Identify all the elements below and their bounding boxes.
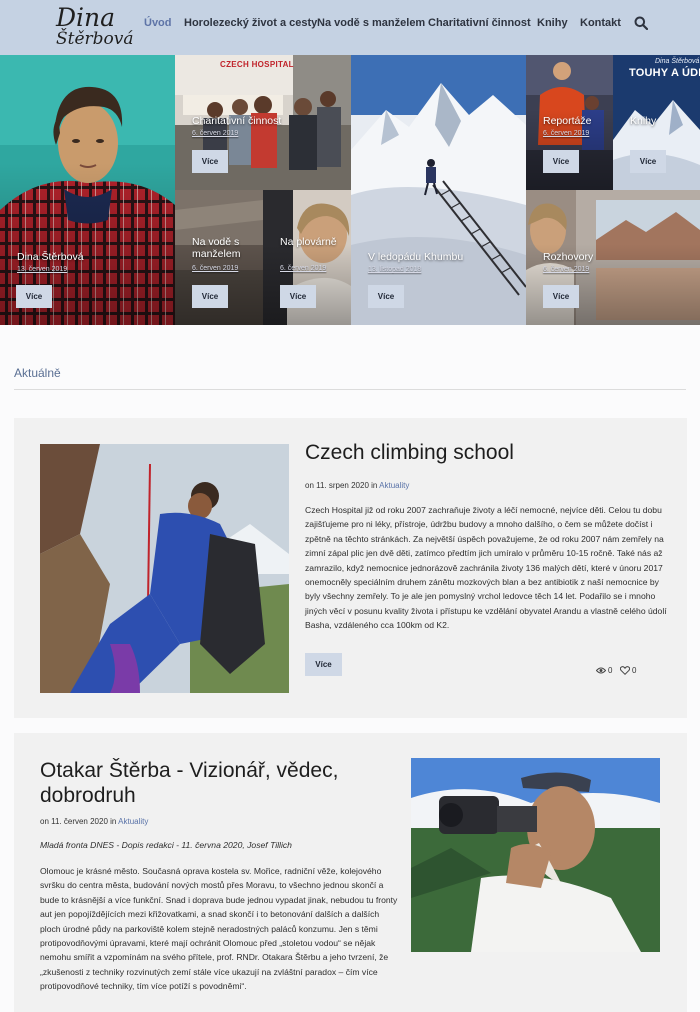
likes-counter[interactable]: 0 bbox=[620, 666, 636, 675]
site-header: Dina Štěrbová Úvod Horolezecký život a c… bbox=[0, 0, 700, 55]
tile-more-button[interactable]: Více bbox=[192, 150, 228, 173]
tile-more-button[interactable]: Více bbox=[368, 285, 404, 308]
tile-date[interactable]: 13. listopad 2018 bbox=[368, 266, 421, 273]
hospital-sign: CZECH HOSPITAL bbox=[220, 60, 294, 69]
nav-item-kontakt[interactable]: Kontakt bbox=[580, 17, 621, 29]
search-icon[interactable] bbox=[634, 16, 648, 30]
tile-date[interactable]: 6. červen 2019 bbox=[543, 130, 589, 137]
post-date: on 11. srpen 2020 in bbox=[305, 481, 378, 490]
post-title[interactable]: Otakar Štěrba - Vizionář, vědec, dobrodr… bbox=[40, 758, 390, 808]
section-title: Aktuálně bbox=[14, 366, 61, 380]
heart-icon[interactable] bbox=[620, 666, 630, 675]
tile-reportaze[interactable]: Reportáže 6. červen 2019 Více bbox=[526, 55, 613, 190]
tile-more-button[interactable]: Více bbox=[543, 285, 579, 308]
views-counter: 0 bbox=[596, 666, 612, 675]
tile-khumbu[interactable]: V ledopádu Khumbu 13. listopad 2018 Více bbox=[351, 55, 526, 325]
tile-date[interactable]: 6. červen 2019 bbox=[192, 265, 238, 272]
tile-title[interactable]: Knihy bbox=[630, 115, 700, 127]
tile-title[interactable]: V ledopádu Khumbu bbox=[368, 251, 518, 263]
tile-knihy[interactable]: Dina Štěrbová TOUHY A ÚDĚL Knihy Více bbox=[613, 55, 700, 190]
tile-date[interactable]: 13. červen 2019 bbox=[17, 266, 67, 273]
tile-more-button[interactable]: Více bbox=[543, 150, 579, 173]
section-divider bbox=[14, 389, 686, 390]
post-meta: on 11. srpen 2020 in Aktuality bbox=[305, 481, 409, 490]
eye-icon bbox=[596, 667, 606, 674]
tile-title[interactable]: Na plovárně bbox=[280, 236, 346, 248]
tile-date[interactable]: 6. červen 2019 bbox=[280, 265, 326, 272]
tile-charita[interactable]: CZECH HOSPITAL Charitativní činnost 6. č… bbox=[175, 55, 351, 190]
nav-item-charitativni[interactable]: Charitativní činnost bbox=[428, 17, 531, 29]
logo-line-2: Štěrbová bbox=[56, 29, 134, 49]
post-excerpt: Olomouc je krásné město. Současná oprava… bbox=[40, 866, 398, 992]
tile-date[interactable]: 6. červen 2019 bbox=[543, 266, 589, 273]
tile-title[interactable]: Reportáže bbox=[543, 115, 613, 127]
book-cover-author: Dina Štěrbová bbox=[655, 58, 700, 65]
tile-title[interactable]: Charitativní činnost bbox=[192, 115, 342, 127]
post-card: Czech climbing school on 11. srpen 2020 … bbox=[14, 418, 687, 718]
tile-title[interactable]: Rozhovory bbox=[543, 251, 693, 263]
binoculars-man-image bbox=[411, 758, 660, 952]
post-image[interactable] bbox=[411, 758, 660, 952]
post-category-link[interactable]: Aktuality bbox=[118, 817, 148, 826]
post-excerpt: Czech Hospital již od roku 2007 zachraňu… bbox=[305, 505, 667, 631]
post-category-link[interactable]: Aktuality bbox=[379, 481, 409, 490]
post-date: on 11. červen 2020 in bbox=[40, 817, 117, 826]
tile-rozhovory[interactable]: Rozhovory 6. červen 2019 Více bbox=[526, 190, 700, 325]
logo-line-1: Dina bbox=[56, 3, 116, 32]
post-card: Otakar Štěrba - Vizionář, vědec, dobrodr… bbox=[14, 733, 687, 1012]
likes-count: 0 bbox=[632, 666, 637, 675]
tile-dina[interactable]: Dina Štěrbová 13. červen 2019 Více bbox=[0, 55, 175, 325]
tile-na-plovarne[interactable]: Na plovárně 6. červen 2019 Více bbox=[263, 190, 351, 325]
nav-item-horolezecky-zivot[interactable]: Horolezecký život a cesty bbox=[184, 17, 317, 29]
tile-title[interactable]: Na vodě s manželem bbox=[192, 236, 258, 260]
views-count: 0 bbox=[608, 666, 613, 675]
nav-item-knihy[interactable]: Knihy bbox=[537, 17, 568, 29]
nav-item-uvod[interactable]: Úvod bbox=[144, 17, 172, 29]
tile-date[interactable]: 6. červen 2019 bbox=[192, 130, 238, 137]
tile-na-vode[interactable]: Na vodě s manželem 6. červen 2019 Více bbox=[175, 190, 263, 325]
featured-tiles: Dina Štěrbová 13. červen 2019 Více CZECH… bbox=[0, 55, 700, 325]
post-more-button[interactable]: Více bbox=[305, 653, 342, 676]
post-source: Mladá fronta DNES - Dopis redakci - 11. … bbox=[40, 840, 292, 850]
tile-title[interactable]: Dina Štěrbová bbox=[17, 251, 167, 263]
book-cover-title: TOUHY A ÚDĚL bbox=[629, 67, 700, 79]
tile-more-button[interactable]: Více bbox=[630, 150, 666, 173]
tile-more-button[interactable]: Více bbox=[280, 285, 316, 308]
post-meta: on 11. červen 2020 in Aktuality bbox=[40, 817, 148, 826]
tile-more-button[interactable]: Více bbox=[16, 285, 52, 308]
climber-image bbox=[40, 444, 289, 693]
site-logo[interactable]: Dina Štěrbová bbox=[56, 3, 134, 49]
post-image[interactable] bbox=[40, 444, 289, 693]
tile-more-button[interactable]: Více bbox=[192, 285, 228, 308]
post-title[interactable]: Czech climbing school bbox=[305, 440, 665, 465]
nav-item-na-vode[interactable]: Na vodě s manželem bbox=[317, 17, 425, 29]
